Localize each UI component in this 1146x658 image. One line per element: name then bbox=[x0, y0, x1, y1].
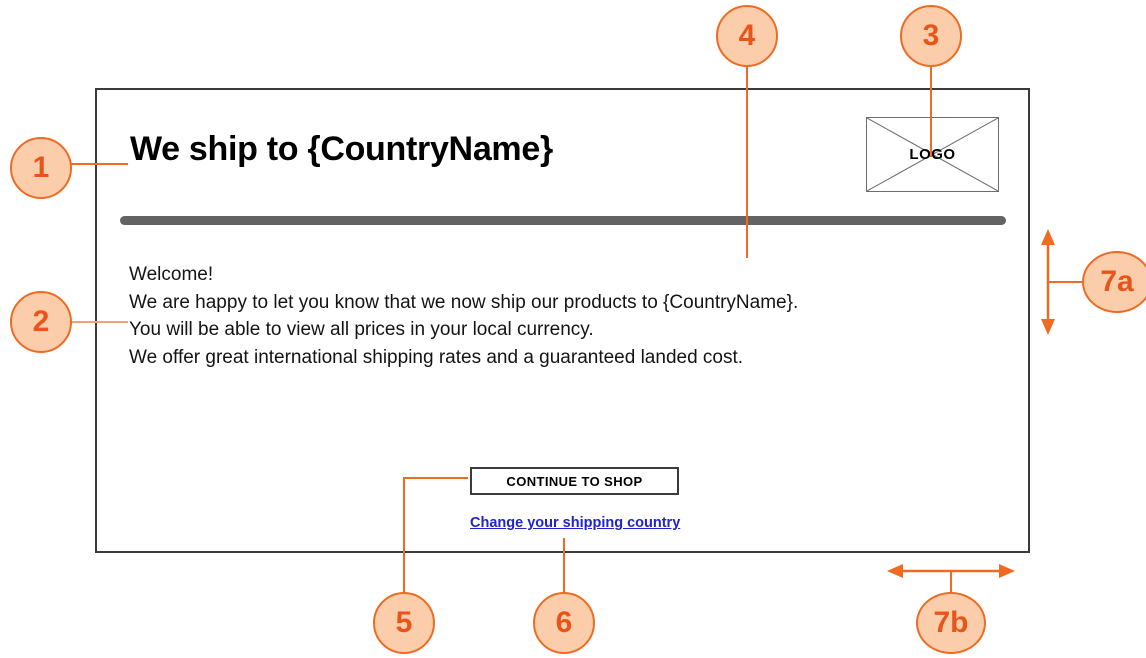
body-line-1: Welcome! bbox=[129, 264, 214, 285]
continue-to-shop-button[interactable]: CONTINUE TO SHOP bbox=[470, 467, 679, 495]
callout-2[interactable]: 2 bbox=[10, 291, 72, 353]
callout-6[interactable]: 6 bbox=[533, 592, 595, 654]
body-copy: Welcome! We are happy to let you know th… bbox=[129, 261, 798, 371]
callout-5[interactable]: 5 bbox=[373, 592, 435, 654]
callout-4-leader bbox=[746, 63, 748, 258]
change-shipping-country-link[interactable]: Change your shipping country bbox=[470, 515, 680, 531]
logo-placeholder: LOGO bbox=[866, 117, 999, 192]
callout-2-leader bbox=[66, 321, 128, 323]
callout-6-leader bbox=[563, 538, 565, 594]
callout-1[interactable]: 1 bbox=[10, 137, 72, 199]
body-line-4: We offer great international shipping ra… bbox=[129, 346, 744, 368]
wireframe-canvas: We ship to {CountryName} LOGO Welcome! W… bbox=[0, 0, 1146, 658]
body-line-3: You will be able to view all prices in y… bbox=[129, 319, 594, 340]
header-divider-bar bbox=[120, 216, 1006, 225]
vertical-height-dimension bbox=[1036, 228, 1060, 336]
callout-3-leader bbox=[930, 60, 932, 157]
callout-4[interactable]: 4 bbox=[716, 5, 778, 67]
vertical-double-arrow-icon bbox=[1041, 229, 1055, 335]
body-line-2: We are happy to let you know that we now… bbox=[129, 291, 799, 313]
page-title: We ship to {CountryName} bbox=[130, 130, 553, 168]
modal-frame: We ship to {CountryName} LOGO Welcome! W… bbox=[95, 88, 1030, 553]
horizontal-width-dimension bbox=[886, 559, 1016, 583]
callout-3[interactable]: 3 bbox=[900, 5, 962, 67]
logo-label: LOGO bbox=[909, 146, 956, 163]
callout-1-leader bbox=[66, 163, 128, 165]
callout-5-leader-horizontal bbox=[404, 477, 468, 479]
callout-7b[interactable]: 7b bbox=[916, 592, 986, 654]
callout-5-leader-vertical bbox=[403, 477, 405, 595]
callout-7a[interactable]: 7a bbox=[1082, 251, 1146, 313]
horizontal-double-arrow-icon bbox=[887, 564, 1015, 578]
